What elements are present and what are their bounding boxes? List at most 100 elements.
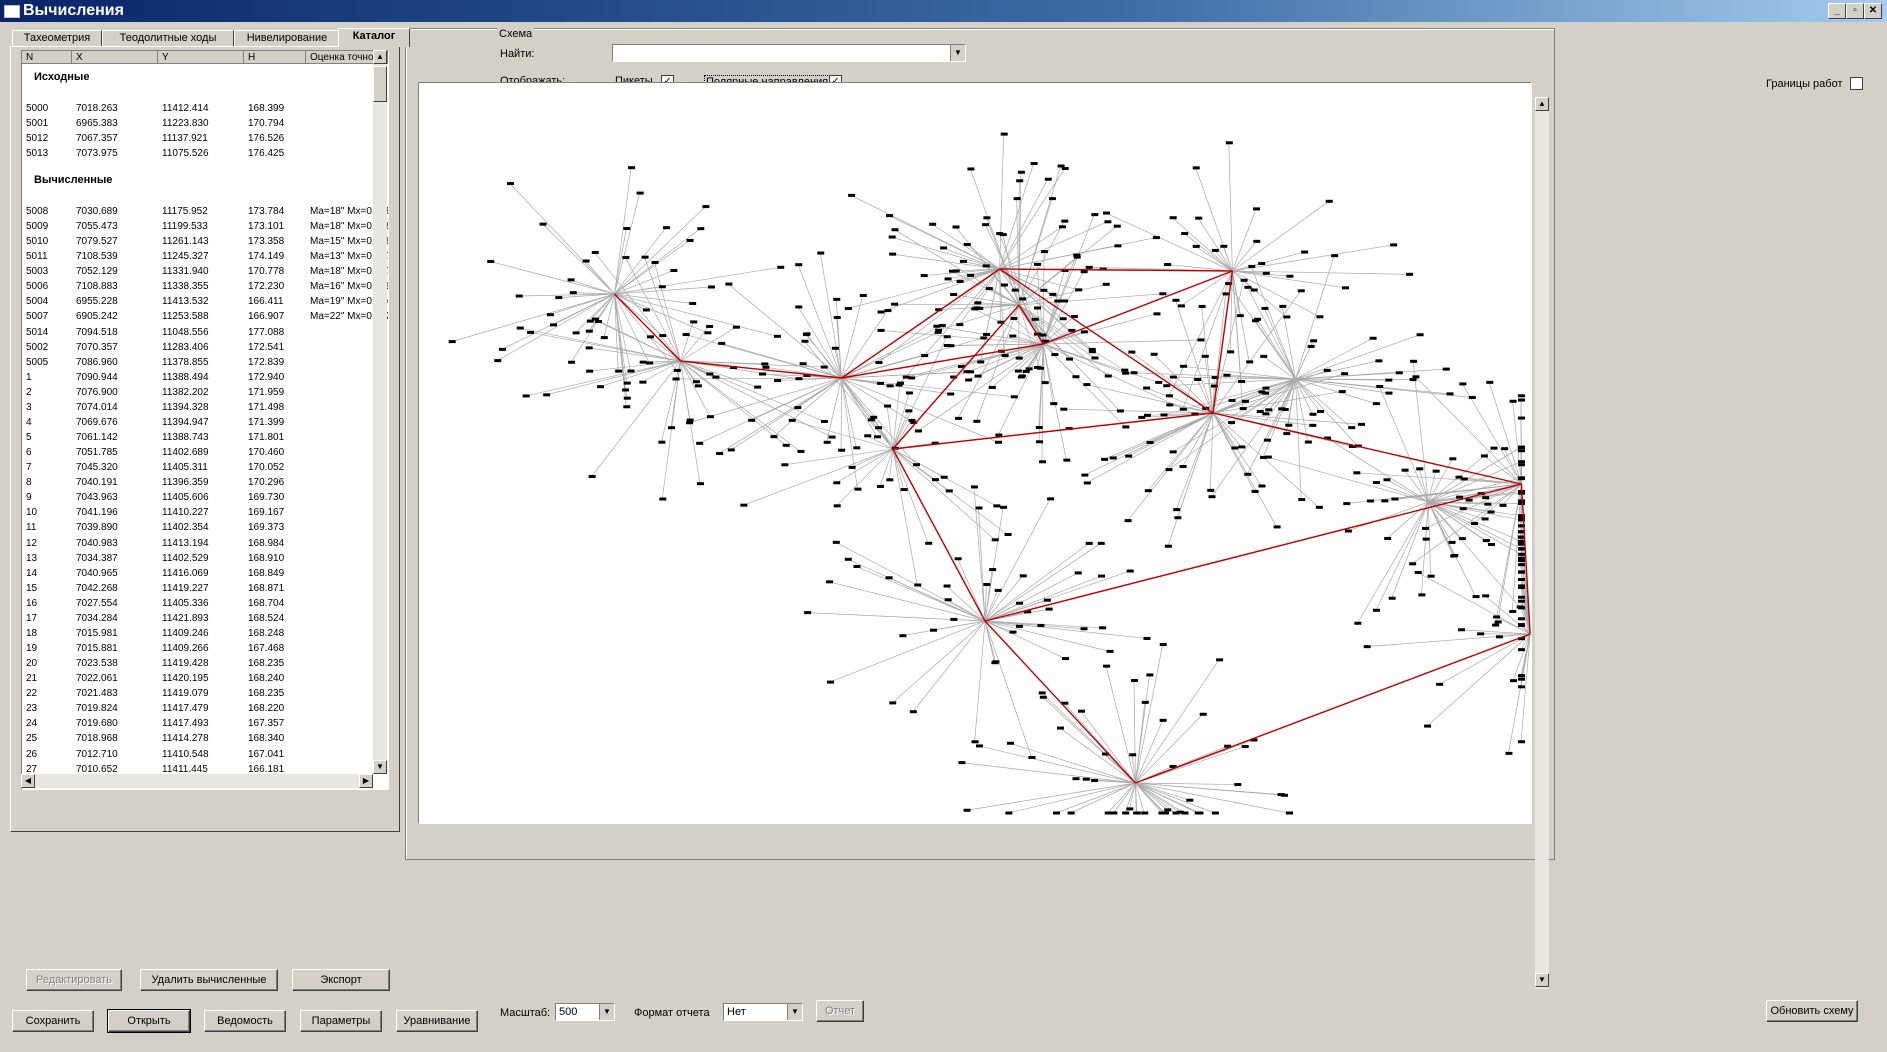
cell-y: 11338.355 xyxy=(162,281,209,293)
picket-marker xyxy=(1331,254,1339,258)
find-label: Найти: xyxy=(500,48,535,60)
picket-marker xyxy=(1036,366,1044,370)
picket-marker xyxy=(1196,811,1204,815)
maximize-button[interactable]: ▫ xyxy=(1846,3,1864,19)
params-button[interactable]: Параметры xyxy=(300,1010,382,1032)
list-hscrollbar[interactable]: ◀ ▶ xyxy=(21,774,373,788)
scroll-thumb[interactable] xyxy=(373,66,387,102)
picket-marker xyxy=(1101,457,1109,461)
picket-marker xyxy=(1518,648,1525,652)
close-button[interactable]: ✕ xyxy=(1864,3,1882,19)
picket-marker xyxy=(1509,609,1517,613)
scroll-right-button[interactable]: ▶ xyxy=(359,774,373,788)
survey-scheme-plot[interactable] xyxy=(419,83,1531,823)
picket-marker xyxy=(1518,394,1525,398)
picket-marker xyxy=(1239,407,1247,411)
picket-marker xyxy=(1165,394,1173,398)
col-n[interactable]: N xyxy=(22,51,72,64)
picket-marker xyxy=(795,263,803,267)
tab-catalog[interactable]: Каталог xyxy=(338,28,410,47)
polar-line xyxy=(932,620,986,631)
chevron-down-icon[interactable]: ▼ xyxy=(599,1004,614,1020)
tab-leveling[interactable]: Нивелирование xyxy=(234,30,340,46)
report-button[interactable]: Отчет xyxy=(816,1000,864,1022)
scroll-up-button[interactable]: ▲ xyxy=(373,50,387,64)
cell-n: 5013 xyxy=(26,148,49,160)
polar-line xyxy=(546,360,681,396)
refresh-scheme-button[interactable]: Обновить схему xyxy=(1766,1000,1858,1022)
polar-line xyxy=(985,620,1147,639)
chevron-down-icon[interactable]: ▼ xyxy=(787,1004,802,1020)
picket-marker xyxy=(1129,753,1137,757)
cell-h: 176.526 xyxy=(248,133,285,145)
picket-marker xyxy=(1067,811,1075,815)
canvas-scroll-up[interactable]: ▲ xyxy=(1535,97,1549,111)
scale-combo[interactable]: 500 ▼ xyxy=(555,1003,615,1021)
cell-x: 7019.824 xyxy=(76,703,118,715)
polar-line xyxy=(841,377,917,465)
cell-x: 7023.538 xyxy=(76,658,118,670)
cell-h: 172.230 xyxy=(248,281,285,293)
catalog-list[interactable]: N X Y H Оценка точности (м, сек.) Исходн… xyxy=(21,50,389,790)
polar-line xyxy=(685,334,842,379)
col-x[interactable]: X xyxy=(72,51,158,64)
picket-marker xyxy=(1248,264,1256,268)
delete-computed-button[interactable]: Удалить вычисленные xyxy=(140,969,278,991)
picket-marker xyxy=(1409,378,1417,382)
picket-marker xyxy=(1048,197,1056,201)
adjust-button[interactable]: Уравнивание xyxy=(396,1010,478,1032)
picket-marker xyxy=(1019,297,1027,301)
picket-marker xyxy=(1262,386,1270,390)
picket-marker xyxy=(782,443,790,447)
scroll-down-button[interactable]: ▼ xyxy=(373,760,387,774)
polar-line xyxy=(698,377,842,444)
polar-line xyxy=(984,543,1089,622)
picket-marker xyxy=(659,334,667,338)
picket-marker xyxy=(1073,255,1081,259)
picket-marker xyxy=(1074,571,1082,575)
canvas-vscrollbar[interactable]: ▲ ▼ xyxy=(1535,97,1549,989)
picket-marker xyxy=(1006,741,1014,745)
minimize-button[interactable]: _ xyxy=(1828,3,1846,19)
scroll-left-button[interactable]: ◀ xyxy=(21,774,35,788)
picket-marker xyxy=(988,385,996,389)
open-button[interactable]: Открыть xyxy=(107,1009,191,1033)
picket-marker xyxy=(833,481,841,485)
picket-marker xyxy=(999,233,1007,237)
list-vscrollbar[interactable]: ▲ ▼ xyxy=(373,50,387,774)
picket-marker xyxy=(1286,274,1294,278)
canvas-scroll-down[interactable]: ▼ xyxy=(1535,973,1549,987)
picket-marker xyxy=(886,214,894,218)
picket-marker xyxy=(1153,312,1161,316)
picket-marker xyxy=(950,293,958,297)
format-combo[interactable]: Нет ▼ xyxy=(723,1003,803,1021)
polar-line xyxy=(614,167,632,295)
picket-marker xyxy=(697,227,705,231)
edit-button[interactable]: Редактировать xyxy=(26,969,122,991)
col-y[interactable]: Y xyxy=(158,51,244,64)
scheme-title: Схема xyxy=(497,28,535,40)
find-combo[interactable]: ▼ xyxy=(612,44,966,62)
picket-marker xyxy=(1251,489,1259,493)
export-button[interactable]: Экспорт xyxy=(292,969,390,991)
cell-x: 7079.527 xyxy=(76,236,118,248)
picket-marker xyxy=(1037,623,1045,627)
picket-marker xyxy=(1059,317,1067,321)
statement-button[interactable]: Ведомость xyxy=(204,1010,286,1032)
tab-theodolite[interactable]: Теодолитные ходы xyxy=(102,30,234,46)
cell-x: 7019.680 xyxy=(76,718,118,730)
cell-h: 168.704 xyxy=(248,597,285,609)
picket-marker xyxy=(1181,811,1189,815)
save-button[interactable]: Сохранить xyxy=(12,1010,94,1032)
chevron-down-icon[interactable]: ▼ xyxy=(950,45,965,61)
scheme-canvas[interactable] xyxy=(418,82,1532,824)
polar-line xyxy=(1084,412,1214,476)
picket-marker xyxy=(827,680,835,684)
cell-h: 176.425 xyxy=(248,148,285,160)
col-h[interactable]: H xyxy=(244,51,306,64)
bounds-checkbox[interactable] xyxy=(1850,77,1863,90)
cell-x: 7094.518 xyxy=(76,326,118,338)
picket-marker xyxy=(1304,440,1312,444)
picket-marker xyxy=(1501,447,1509,451)
tab-tachymetry[interactable]: Тахеометрия xyxy=(12,30,102,46)
